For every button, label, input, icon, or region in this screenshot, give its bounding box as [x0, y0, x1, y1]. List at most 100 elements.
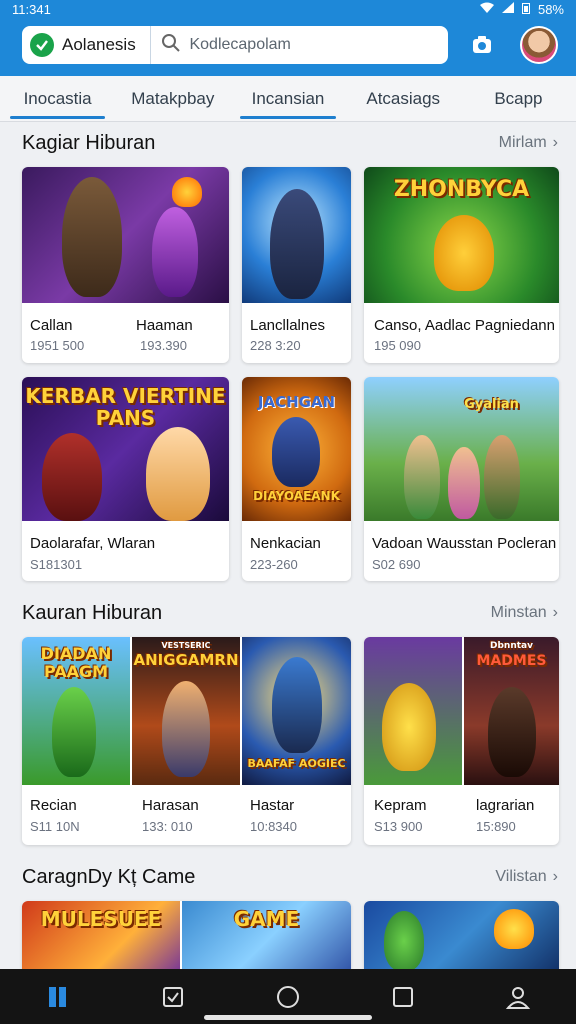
search-placeholder: Kodlecapolam: [189, 36, 291, 53]
nav-recents-button[interactable]: [383, 977, 423, 1017]
game-art-title: JACHGAN: [257, 393, 336, 411]
see-more-link[interactable]: Vilistan ›: [495, 868, 558, 886]
game-stats: 195 090: [374, 338, 421, 353]
game-art-subtitle: VESTSERIC: [161, 641, 211, 650]
game-stats: S02 690: [372, 557, 421, 572]
game-art-title: ANIGGAMRN: [133, 651, 239, 669]
see-more-link[interactable]: Mirlam ›: [499, 134, 558, 152]
game-art-banner: DIAYOAEANK: [253, 489, 340, 503]
game-title: Haaman: [136, 317, 193, 334]
settings-button[interactable]: [468, 31, 496, 59]
content-feed: Kagiar Hiburan Mirlam › Callan 1951 500 …: [0, 123, 576, 969]
game-thumbnail: VESTSERIC ANIGGAMRN: [132, 637, 240, 785]
game-card[interactable]: [364, 901, 559, 969]
library-icon: [48, 986, 66, 1007]
chevron-right-icon: ›: [552, 868, 558, 885]
game-art-title: KERBAR VIERTINE PANS: [25, 384, 226, 430]
wifi-icon: [479, 2, 494, 16]
chevron-right-icon: ›: [552, 134, 558, 151]
game-art-title: MULESUEE: [40, 907, 162, 931]
camera-icon: [473, 36, 492, 53]
game-card-group[interactable]: DIADAN PAAGM VESTSERIC ANIGGAMRN BAAFAF …: [22, 637, 351, 845]
nav-tasks-button[interactable]: [153, 977, 193, 1017]
game-stats: S11 10N: [30, 819, 80, 834]
game-thumbnail: GAME: [182, 901, 351, 969]
game-thumbnail: KERBAR VIERTINE PANS: [22, 377, 229, 521]
bottom-navigation: [0, 969, 576, 1024]
game-title: Nenkacian: [250, 535, 321, 552]
game-thumbnail: [242, 167, 351, 303]
app-brand[interactable]: Aolanesis: [22, 26, 152, 64]
game-stats: 1951 500: [30, 338, 85, 353]
game-thumbnail: [22, 167, 229, 303]
game-art-title: DIADAN PAAGM: [40, 644, 112, 681]
game-title: Recian: [30, 797, 77, 814]
game-card[interactable]: Callan 1951 500 Haaman 193.390: [22, 167, 229, 363]
game-thumbnail: [364, 637, 462, 785]
game-title: Canso, Aadlac Pagniedann: [374, 317, 555, 334]
section-title: Kauran Hiburan: [22, 601, 163, 624]
game-card[interactable]: Lancllalnes 228 3:20: [242, 167, 351, 363]
game-title: Harasan: [142, 797, 199, 814]
game-thumbnail: BAAFAF AOGIEC: [242, 637, 351, 785]
game-title: Kepram: [374, 797, 427, 814]
game-thumbnail: Dbnntav MADMES: [464, 637, 559, 785]
section-title: Kagiar Hiburan: [22, 131, 156, 154]
square-icon: [393, 986, 414, 1007]
nav-home-button[interactable]: [268, 977, 308, 1017]
game-art-title: Gyalian: [464, 397, 519, 412]
game-art-title: MADMES: [476, 653, 547, 669]
top-bar: 11:341 58% Aolanesis Kodlecapolam: [0, 0, 576, 76]
tab-bcapp[interactable]: Bcapp: [461, 76, 576, 121]
game-card[interactable]: KERBAR VIERTINE PANS Daolarafar, Wlaran …: [22, 377, 229, 581]
game-art-subtitle: Dbnntav: [490, 641, 533, 651]
game-thumbnail: JACHGAN DIAYOAEANK: [242, 377, 351, 521]
game-stats: 15:890: [476, 819, 516, 834]
game-title: lagrarian: [476, 797, 535, 814]
see-more-link[interactable]: Minstan ›: [491, 604, 558, 622]
game-card-group[interactable]: Dbnntav MADMES Kepram S13 900 lagrarian …: [364, 637, 559, 845]
game-title: Hastar: [250, 797, 295, 814]
nav-profile-button[interactable]: [498, 977, 538, 1017]
tab-atcasiags[interactable]: Atcasiags: [346, 76, 461, 121]
game-art-title: GAME: [233, 907, 300, 931]
game-art-title: ZHONBYCA: [393, 177, 530, 202]
game-title: Vadoan Wausstan Pocleran: [372, 535, 557, 552]
game-thumbnail: DIADAN PAAGM: [22, 637, 130, 785]
game-card[interactable]: ZHONBYCA Canso, Aadlac Pagniedann 195 09…: [364, 167, 559, 363]
app-name: Aolanesis: [62, 35, 136, 54]
tab-inocastia[interactable]: Inocastia: [0, 76, 115, 121]
tab-incansian[interactable]: Incansian: [230, 76, 345, 121]
gesture-bar[interactable]: [204, 1015, 372, 1020]
game-stats: S13 900: [374, 819, 423, 834]
game-stats: 10:8340: [250, 819, 297, 834]
home-circle-icon: [276, 985, 299, 1008]
app-logo-icon: [30, 33, 54, 57]
game-art-title: BAAFAF AOGIEC: [247, 757, 346, 770]
game-title: Callan: [30, 317, 73, 334]
game-thumbnail: Gyalian: [364, 377, 559, 521]
game-stats: S181301: [30, 557, 83, 572]
status-time: 11:341: [12, 1, 51, 17]
tab-matakpbay[interactable]: Matakpbay: [115, 76, 230, 121]
search-input[interactable]: Kodlecapolam: [151, 26, 449, 64]
game-stats: 228 3:20: [250, 338, 301, 353]
game-card-group[interactable]: MULESUEE GAME: [22, 901, 351, 969]
section-title: CaragnDy Kț Came: [22, 865, 196, 888]
game-card[interactable]: Gyalian Vadoan Wausstan Pocleran S02 690: [364, 377, 559, 581]
game-thumbnail: ZHONBYCA: [364, 167, 559, 303]
section-kagiar-hiburan: Kagiar Hiburan Mirlam › Callan 1951 500 …: [0, 125, 576, 585]
game-title: Daolarafar, Wlaran: [30, 535, 156, 552]
checkbox-icon: [162, 986, 183, 1007]
battery-percent: 58%: [537, 1, 564, 17]
search-icon: [161, 33, 181, 58]
game-stats: 193.390: [140, 338, 187, 353]
game-thumbnail: MULESUEE: [22, 901, 180, 969]
battery-icon: [521, 2, 530, 17]
section-kauran-hiburan: Kauran Hiburan Minstan › DIADAN PAAGM VE…: [0, 595, 576, 855]
game-card[interactable]: JACHGAN DIAYOAEANK Nenkacian 223-260: [242, 377, 351, 581]
user-avatar[interactable]: [520, 26, 558, 64]
profile-icon: [506, 986, 531, 1009]
nav-library-button[interactable]: [38, 977, 78, 1017]
game-stats: 133: 010: [142, 819, 193, 834]
